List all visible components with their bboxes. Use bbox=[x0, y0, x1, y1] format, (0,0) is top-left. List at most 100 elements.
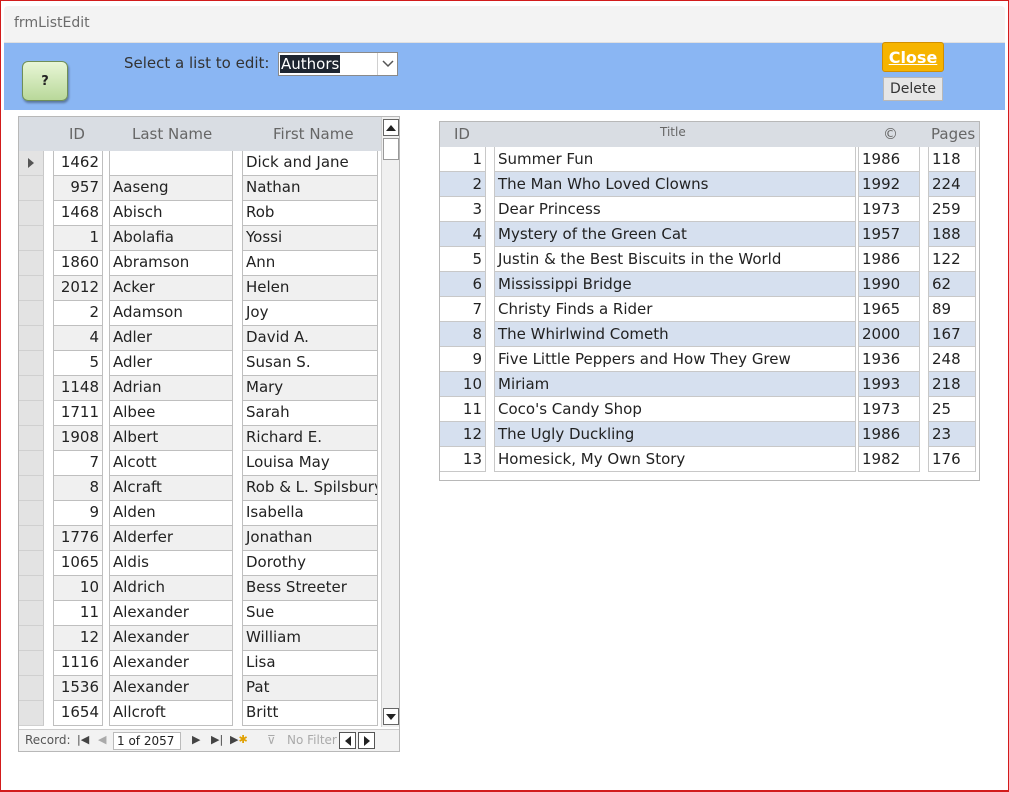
book-pages-cell[interactable]: 218 bbox=[928, 372, 976, 397]
author-first-name-cell[interactable]: Sue bbox=[242, 601, 378, 626]
table-row[interactable]: 2 The Man Who Loved Clowns 1992 224 bbox=[440, 172, 979, 197]
record-selector[interactable] bbox=[19, 151, 44, 176]
author-id-cell[interactable]: 1908 bbox=[53, 426, 103, 451]
author-last-name-cell[interactable]: Acker bbox=[109, 276, 233, 301]
book-id-cell[interactable]: 2 bbox=[440, 172, 486, 197]
author-id-cell[interactable]: 1116 bbox=[53, 651, 103, 676]
author-id-cell[interactable]: 11 bbox=[53, 601, 103, 626]
scroll-right-icon[interactable] bbox=[358, 732, 375, 749]
book-pages-cell[interactable]: 122 bbox=[928, 247, 976, 272]
author-first-name-cell[interactable]: Lisa bbox=[242, 651, 378, 676]
chevron-down-icon[interactable] bbox=[377, 53, 397, 75]
book-pages-cell[interactable]: 248 bbox=[928, 347, 976, 372]
book-pages-cell[interactable]: 167 bbox=[928, 322, 976, 347]
author-first-name-cell[interactable]: Sarah bbox=[242, 401, 378, 426]
book-year-cell[interactable]: 1992 bbox=[858, 172, 920, 197]
record-selector[interactable] bbox=[19, 601, 44, 626]
book-title-cell[interactable]: The Ugly Duckling bbox=[494, 422, 856, 447]
book-pages-cell[interactable]: 176 bbox=[928, 447, 976, 472]
author-first-name-cell[interactable]: Dorothy bbox=[242, 551, 378, 576]
record-selector[interactable] bbox=[19, 451, 44, 476]
book-year-cell[interactable]: 1973 bbox=[858, 397, 920, 422]
author-last-name-cell[interactable]: Adler bbox=[109, 351, 233, 376]
table-row[interactable]: 4 Adler David A. bbox=[19, 326, 381, 351]
author-last-name-cell[interactable]: Alexander bbox=[109, 601, 233, 626]
column-header-copyright[interactable]: © bbox=[883, 125, 898, 143]
table-row[interactable]: 4 Mystery of the Green Cat 1957 188 bbox=[440, 222, 979, 247]
book-pages-cell[interactable]: 25 bbox=[928, 397, 976, 422]
table-row[interactable]: 1065 Aldis Dorothy bbox=[19, 551, 381, 576]
book-year-cell[interactable]: 2000 bbox=[858, 322, 920, 347]
author-id-cell[interactable]: 1065 bbox=[53, 551, 103, 576]
record-selector[interactable] bbox=[19, 501, 44, 526]
scroll-down-icon[interactable] bbox=[383, 708, 399, 725]
last-record-icon[interactable]: ▶| bbox=[211, 733, 223, 746]
book-title-cell[interactable]: Mystery of the Green Cat bbox=[494, 222, 856, 247]
author-first-name-cell[interactable]: Richard E. bbox=[242, 426, 378, 451]
book-title-cell[interactable]: Mississippi Bridge bbox=[494, 272, 856, 297]
book-id-cell[interactable]: 9 bbox=[440, 347, 486, 372]
book-title-cell[interactable]: Justin & the Best Biscuits in the World bbox=[494, 247, 856, 272]
column-header-id[interactable]: ID bbox=[69, 125, 85, 143]
record-selector[interactable] bbox=[19, 576, 44, 601]
author-last-name-cell[interactable]: Adrian bbox=[109, 376, 233, 401]
book-id-cell[interactable]: 3 bbox=[440, 197, 486, 222]
author-last-name-cell[interactable]: Allcroft bbox=[109, 701, 233, 726]
table-row[interactable]: 1116 Alexander Lisa bbox=[19, 651, 381, 676]
previous-record-icon[interactable]: ◀ bbox=[98, 733, 106, 746]
book-year-cell[interactable]: 1993 bbox=[858, 372, 920, 397]
first-record-icon[interactable]: |◀ bbox=[77, 733, 89, 746]
author-first-name-cell[interactable]: Helen bbox=[242, 276, 378, 301]
author-id-cell[interactable]: 1711 bbox=[53, 401, 103, 426]
record-selector[interactable] bbox=[19, 276, 44, 301]
list-select-combo[interactable]: Authors bbox=[278, 52, 398, 76]
record-selector[interactable] bbox=[19, 226, 44, 251]
author-last-name-cell[interactable]: Alden bbox=[109, 501, 233, 526]
table-row[interactable]: 5 Adler Susan S. bbox=[19, 351, 381, 376]
record-selector[interactable] bbox=[19, 301, 44, 326]
next-record-icon[interactable]: ▶ bbox=[192, 733, 200, 746]
table-row[interactable]: 1654 Allcroft Britt bbox=[19, 701, 381, 726]
column-header-first-name[interactable]: First Name bbox=[273, 125, 354, 143]
record-selector[interactable] bbox=[19, 551, 44, 576]
author-first-name-cell[interactable]: Ann bbox=[242, 251, 378, 276]
record-selector[interactable] bbox=[19, 201, 44, 226]
record-selector[interactable] bbox=[19, 251, 44, 276]
author-first-name-cell[interactable]: Yossi bbox=[242, 226, 378, 251]
author-id-cell[interactable]: 957 bbox=[53, 176, 103, 201]
author-first-name-cell[interactable]: Joy bbox=[242, 301, 378, 326]
book-id-cell[interactable]: 10 bbox=[440, 372, 486, 397]
author-last-name-cell[interactable]: Alcott bbox=[109, 451, 233, 476]
author-first-name-cell[interactable]: Rob & L. Spilsbury bbox=[242, 476, 378, 501]
author-last-name-cell[interactable]: Albee bbox=[109, 401, 233, 426]
book-title-cell[interactable]: Miriam bbox=[494, 372, 856, 397]
table-row[interactable]: 957 Aaseng Nathan bbox=[19, 176, 381, 201]
author-last-name-cell[interactable]: Adler bbox=[109, 326, 233, 351]
author-id-cell[interactable]: 7 bbox=[53, 451, 103, 476]
book-id-cell[interactable]: 6 bbox=[440, 272, 486, 297]
book-year-cell[interactable]: 1936 bbox=[858, 347, 920, 372]
book-year-cell[interactable]: 1973 bbox=[858, 197, 920, 222]
record-selector[interactable] bbox=[19, 176, 44, 201]
record-selector[interactable] bbox=[19, 476, 44, 501]
scroll-thumb[interactable] bbox=[383, 138, 399, 160]
book-year-cell[interactable]: 1986 bbox=[858, 247, 920, 272]
record-selector[interactable] bbox=[19, 701, 44, 726]
book-id-cell[interactable]: 7 bbox=[440, 297, 486, 322]
author-last-name-cell[interactable]: Abolafia bbox=[109, 226, 233, 251]
author-first-name-cell[interactable]: Susan S. bbox=[242, 351, 378, 376]
authors-vertical-scrollbar[interactable] bbox=[381, 117, 399, 727]
new-record-icon[interactable]: ▶✱ bbox=[230, 733, 248, 746]
author-last-name-cell[interactable]: Abramson bbox=[109, 251, 233, 276]
table-row[interactable]: 7 Christy Finds a Rider 1965 89 bbox=[440, 297, 979, 322]
author-first-name-cell[interactable]: Louisa May bbox=[242, 451, 378, 476]
author-id-cell[interactable]: 1654 bbox=[53, 701, 103, 726]
book-id-cell[interactable]: 13 bbox=[440, 447, 486, 472]
book-id-cell[interactable]: 1 bbox=[440, 147, 486, 172]
book-id-cell[interactable]: 8 bbox=[440, 322, 486, 347]
book-pages-cell[interactable]: 89 bbox=[928, 297, 976, 322]
author-first-name-cell[interactable]: Jonathan bbox=[242, 526, 378, 551]
book-year-cell[interactable]: 1982 bbox=[858, 447, 920, 472]
table-row[interactable]: 11 Alexander Sue bbox=[19, 601, 381, 626]
record-selector[interactable] bbox=[19, 676, 44, 701]
